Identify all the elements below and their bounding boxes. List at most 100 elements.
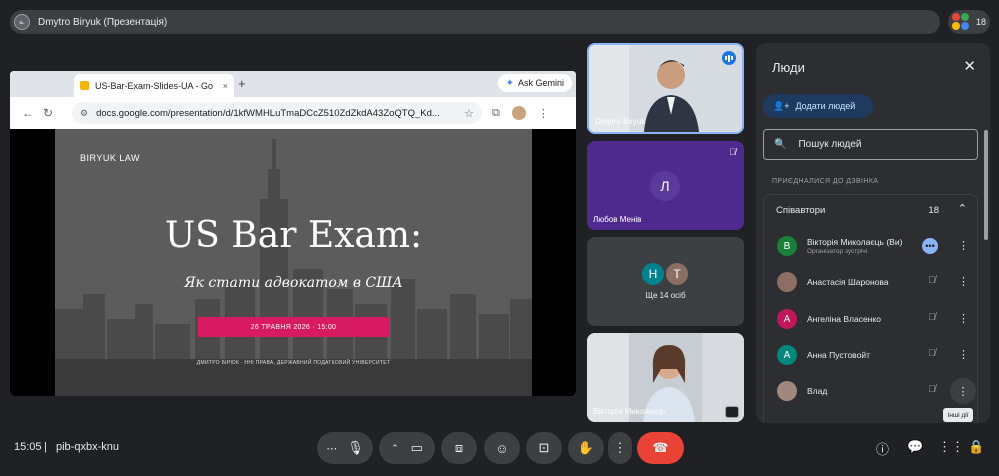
more-options-icon[interactable]: ⋮ bbox=[958, 239, 969, 252]
participant-row[interactable]: В Вікторія Миколаєць (Ви) Організатор зу… bbox=[764, 231, 977, 261]
panel-scrollbar[interactable] bbox=[984, 130, 988, 240]
present-button[interactable]: ⧈ bbox=[441, 432, 477, 464]
participant-name: Влад bbox=[807, 386, 828, 396]
ask-gemini-label: Ask Gemini bbox=[517, 78, 564, 88]
presentation-banner[interactable]: BL Dmytro Biryuk (Презентація) bbox=[10, 10, 940, 34]
slide-footer: ДМИТРО БІРЮК · ННІ ПРАВА, ДЕРЖАВНИЙ ПОДА… bbox=[196, 360, 391, 366]
more-audio-icon[interactable]: ⋯ bbox=[326, 442, 337, 455]
participants-button[interactable]: 18 bbox=[948, 10, 990, 34]
back-icon[interactable]: ← bbox=[18, 106, 38, 120]
mic-icon[interactable]: 🎙 bbox=[347, 440, 364, 456]
video-tile-presenter[interactable]: Dmytro Biryuk bbox=[587, 43, 744, 134]
hang-up-icon: ☎ bbox=[652, 440, 669, 455]
speaking-indicator-icon bbox=[722, 51, 736, 65]
close-icon[interactable]: ✕ bbox=[963, 57, 976, 75]
search-people-input[interactable]: 🔍 Пошук людей bbox=[763, 129, 978, 160]
mic-off-icon: 🎙̸ bbox=[928, 275, 936, 286]
group-count: 18 bbox=[928, 205, 939, 216]
more-options-icon[interactable]: ⋮ bbox=[958, 312, 969, 325]
present-screen-icon: ⧈ bbox=[454, 440, 464, 455]
presenter-title: Dmytro Biryuk (Презентація) bbox=[38, 16, 168, 28]
shared-screen: US-Bar-Exam-Slides-UA - Go × + ✦ Ask Gem… bbox=[10, 71, 576, 396]
gemini-sparkle-icon: ✦ bbox=[505, 77, 514, 89]
video-tile-others[interactable]: Н Т Ще 14 осіб bbox=[587, 237, 744, 326]
meet-window: BL Dmytro Biryuk (Презентація) 18 US-Bar… bbox=[0, 0, 999, 476]
apps-grid-icon[interactable]: ⋮⋮ bbox=[938, 439, 964, 455]
meeting-time: 15:05 bbox=[14, 441, 42, 453]
collapse-chevron-icon[interactable]: ⌃ bbox=[958, 202, 967, 215]
more-options-icon[interactable]: ⋮ bbox=[958, 275, 969, 288]
more-options-button[interactable]: ⋮ bbox=[950, 378, 976, 404]
panel-title: Люди bbox=[772, 60, 805, 75]
reload-icon[interactable]: ↻ bbox=[38, 106, 58, 120]
new-tab-icon[interactable]: + bbox=[238, 76, 246, 91]
url-field[interactable]: ⚙ docs.google.com/presentation/d/1kfWMHL… bbox=[72, 102, 482, 124]
reactions-button[interactable]: ☺ bbox=[484, 432, 520, 464]
slides-favicon-icon bbox=[80, 81, 89, 90]
presenter-avatar: BL bbox=[14, 14, 30, 30]
browser-tab[interactable]: US-Bar-Exam-Slides-UA - Go × bbox=[74, 74, 234, 97]
add-people-button[interactable]: 👤+ Додати людей bbox=[763, 94, 873, 118]
camera-control-group[interactable]: ⌃ ▭ bbox=[379, 432, 435, 464]
captions-icon: ⊡ bbox=[538, 440, 550, 455]
mic-control-group[interactable]: ⋯ 🎙 bbox=[317, 432, 373, 464]
leave-call-button[interactable]: ☎ bbox=[637, 432, 684, 464]
hand-icon: ✋ bbox=[577, 440, 595, 455]
address-bar-row: ← ↻ ⚙ docs.google.com/presentation/d/1kf… bbox=[10, 97, 576, 129]
more-options-button[interactable]: ⋮ bbox=[608, 432, 632, 464]
ask-gemini-button[interactable]: ✦ Ask Gemini bbox=[497, 74, 572, 92]
captions-button[interactable]: ⊡ bbox=[526, 432, 562, 464]
slide-subhead: Як стати адвокатом в США bbox=[184, 275, 403, 291]
city-skyline-image bbox=[55, 129, 532, 396]
tab-close-icon[interactable]: × bbox=[223, 81, 228, 91]
joined-section-label: ПРИЄДНАЛИСЯ ДО ДЗВІНКА bbox=[772, 178, 879, 185]
search-icon: 🔍 bbox=[774, 139, 787, 150]
more-options-icon[interactable]: ⋮ bbox=[958, 348, 969, 361]
slide-viewport: BIRYUK LAW US Bar Exam: Як стати адвокат… bbox=[10, 129, 576, 396]
slide-brand: BIRYUK LAW bbox=[80, 153, 141, 163]
raise-hand-button[interactable]: ✋ bbox=[568, 432, 604, 464]
mic-off-icon: 🎙̸ bbox=[928, 312, 936, 323]
avatar bbox=[777, 272, 797, 292]
video-tile-lyubov[interactable]: 🎙̸ Л Любов Менів bbox=[587, 141, 744, 230]
more-people-text: Ще 14 осіб bbox=[645, 291, 686, 300]
more-actions-tooltip: Інші дії bbox=[943, 408, 973, 422]
avatar: В bbox=[777, 236, 797, 256]
avatar: Л bbox=[650, 171, 680, 201]
participant-role: Організатор зустрічі bbox=[807, 248, 868, 255]
add-person-icon: 👤+ bbox=[773, 100, 790, 111]
mic-off-icon: 🎙̸ bbox=[928, 348, 936, 359]
slide: BIRYUK LAW US Bar Exam: Як стати адвокат… bbox=[55, 129, 532, 396]
chevron-up-icon[interactable]: ⌃ bbox=[391, 443, 399, 454]
tab-title: US-Bar-Exam-Slides-UA - Go bbox=[95, 80, 214, 91]
participant-row[interactable]: А Анна Пустовойт 🎙̸ ⋮ bbox=[764, 340, 977, 370]
camera-icon[interactable]: ▭ bbox=[411, 440, 423, 456]
chat-icon[interactable]: 💬 bbox=[907, 439, 923, 455]
avatar: А bbox=[777, 309, 797, 329]
bookmark-star-icon[interactable]: ☆ bbox=[464, 107, 474, 120]
site-info-icon[interactable]: ⚙ bbox=[80, 108, 88, 119]
avatar: Н bbox=[641, 262, 665, 286]
add-people-label: Додати людей bbox=[795, 101, 856, 111]
participant-row[interactable]: Влад 🎙̸ ⋮ bbox=[764, 376, 977, 406]
more-status-icon: ••• bbox=[922, 238, 938, 254]
tile-name: Любов Менів bbox=[593, 215, 642, 224]
info-icon[interactable]: ⓘ bbox=[876, 439, 889, 458]
profile-avatar[interactable] bbox=[511, 106, 526, 120]
video-tile-self[interactable]: Вікторія Миколаєць bbox=[587, 333, 744, 422]
people-cluster-icon bbox=[952, 13, 970, 31]
group-label: Співавтори bbox=[776, 205, 826, 216]
participant-name: Анастасія Шаронова bbox=[807, 277, 889, 287]
participant-name: Ангеліна Власенко bbox=[807, 314, 881, 324]
meeting-code: pib-qxbx-knu bbox=[56, 441, 119, 453]
presenting-icon bbox=[725, 406, 739, 418]
participant-row[interactable]: А Ангеліна Власенко 🎙̸ ⋮ bbox=[764, 304, 977, 334]
extensions-icon[interactable]: ⧉ bbox=[492, 107, 500, 120]
host-controls-icon[interactable]: 🔒 bbox=[968, 439, 984, 455]
time-separator: | bbox=[44, 441, 47, 453]
participant-count: 18 bbox=[976, 17, 987, 27]
participant-row[interactable]: Анастасія Шаронова 🎙̸ ⋮ bbox=[764, 267, 977, 297]
mic-off-icon: 🎙̸ bbox=[928, 384, 936, 395]
browser-menu-icon[interactable]: ⋮ bbox=[538, 107, 549, 120]
emoji-icon: ☺ bbox=[495, 440, 509, 456]
